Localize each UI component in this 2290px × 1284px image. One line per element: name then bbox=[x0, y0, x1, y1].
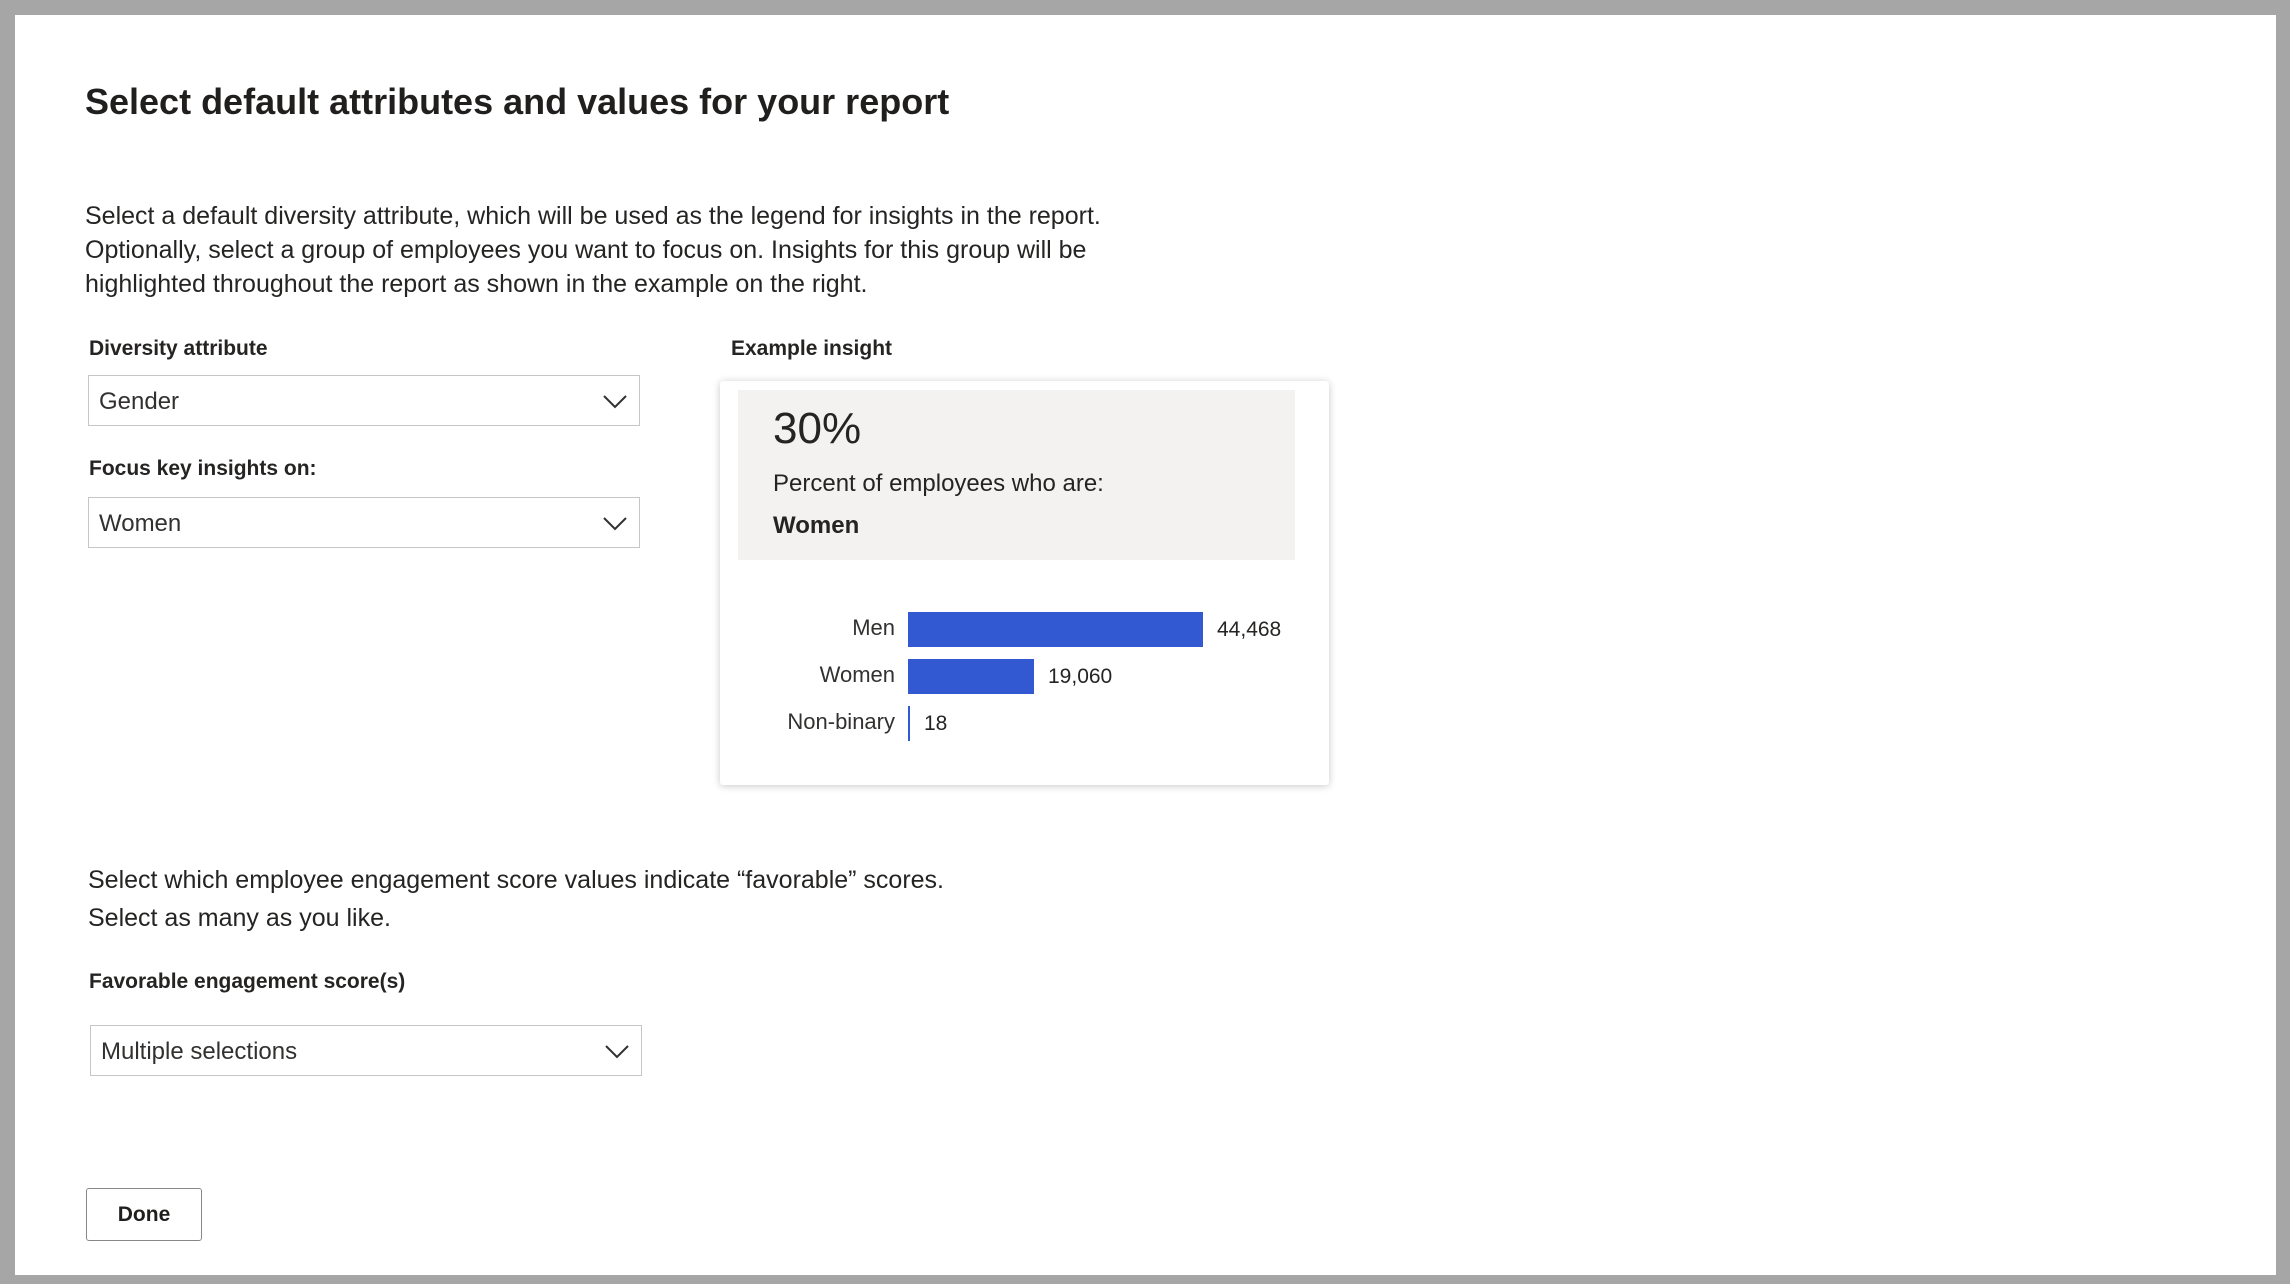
focus-insights-value: Women bbox=[99, 510, 182, 537]
intro-text: Select a default diversity attribute, wh… bbox=[85, 199, 1185, 301]
engagement-line: Select which employee engagement score v… bbox=[88, 866, 945, 894]
bar-value-label: 44,468 bbox=[1217, 618, 1282, 641]
favorable-scores-label: Favorable engagement score(s) bbox=[89, 970, 406, 993]
bar-value-label: 19,060 bbox=[1048, 665, 1113, 688]
bar-value-label: 18 bbox=[924, 712, 948, 735]
focus-insights-dropdown[interactable]: Women bbox=[88, 497, 640, 548]
page-title: Select default attributes and values for… bbox=[85, 81, 950, 122]
insight-description: Percent of employees who are: bbox=[773, 470, 1104, 497]
example-insight-label: Example insight bbox=[731, 337, 893, 360]
engagement-instructions: Select which employee engagement score v… bbox=[88, 861, 944, 937]
bar-men bbox=[908, 612, 1203, 647]
favorable-scores-value: Multiple selections bbox=[101, 1038, 298, 1065]
insight-percent: 30% bbox=[773, 404, 862, 453]
diversity-attribute-value: Gender bbox=[99, 388, 180, 415]
chevron-down-icon bbox=[605, 1045, 629, 1059]
bar-women bbox=[908, 659, 1034, 694]
intro-line: Optionally, select a group of employees … bbox=[85, 236, 1087, 264]
bar-category-label: Men bbox=[852, 615, 895, 640]
chevron-down-icon bbox=[603, 395, 627, 409]
favorable-scores-dropdown[interactable]: Multiple selections bbox=[90, 1025, 642, 1076]
diversity-attribute-dropdown[interactable]: Gender bbox=[88, 375, 640, 426]
bar-category-label: Non-binary bbox=[787, 709, 895, 734]
engagement-line: Select as many as you like. bbox=[88, 904, 391, 932]
focus-insights-label: Focus key insights on: bbox=[89, 457, 317, 480]
insight-summary: 30% Percent of employees who are: Women bbox=[738, 390, 1295, 560]
diversity-attribute-label: Diversity attribute bbox=[89, 337, 268, 360]
bar-category-label: Women bbox=[819, 662, 895, 687]
done-button[interactable]: Done bbox=[86, 1188, 202, 1241]
example-insight-card: 30% Percent of employees who are: Women … bbox=[720, 381, 1329, 785]
dialog: Select default attributes and values for… bbox=[15, 15, 2276, 1275]
insight-group: Women bbox=[773, 512, 860, 539]
intro-line: Select a default diversity attribute, wh… bbox=[85, 202, 1101, 230]
bar-non-binary bbox=[908, 706, 910, 741]
intro-line: highlighted throughout the report as sho… bbox=[85, 270, 868, 298]
chevron-down-icon bbox=[603, 517, 627, 531]
